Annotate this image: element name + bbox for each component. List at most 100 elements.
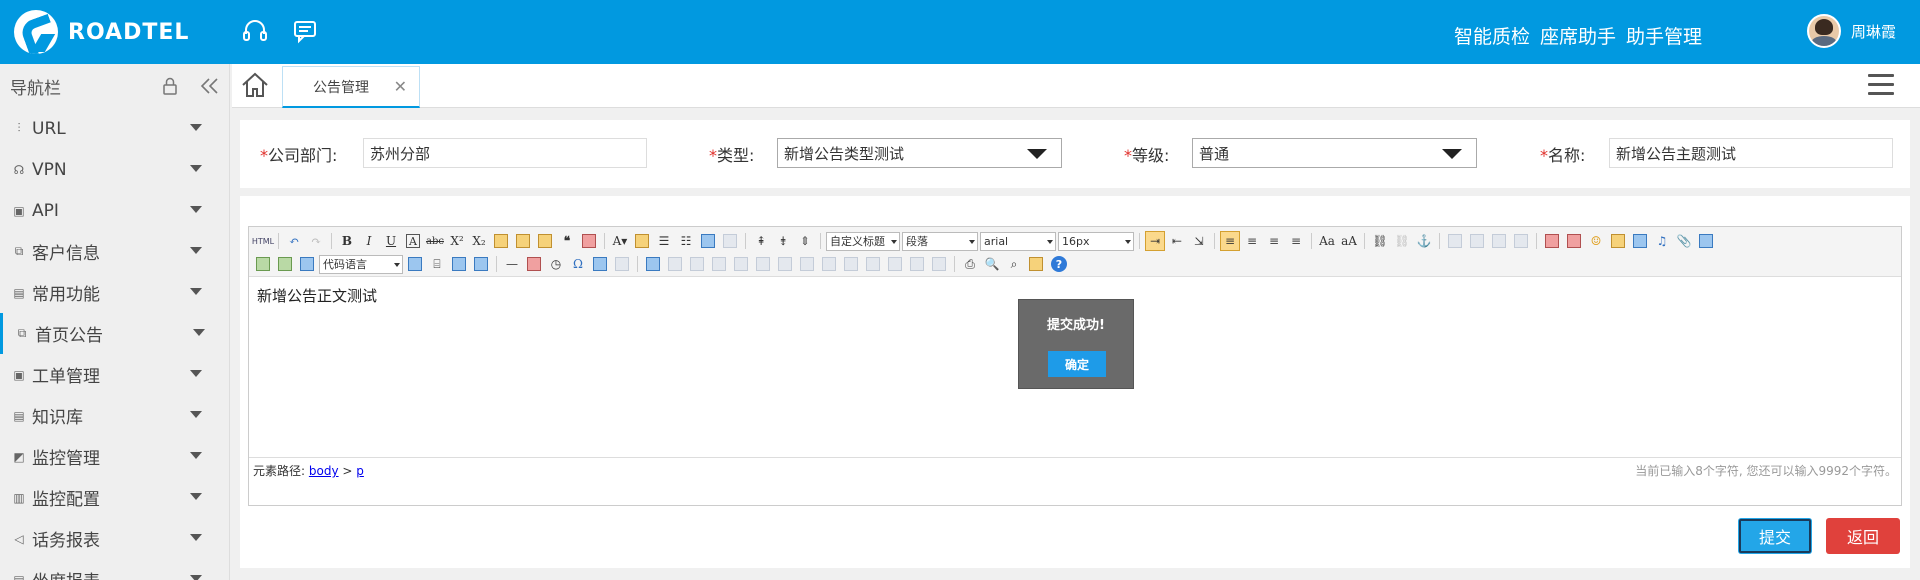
merge-down-icon[interactable] <box>841 254 861 274</box>
wordimage-icon[interactable] <box>590 254 610 274</box>
paste-plain-icon[interactable] <box>579 231 599 251</box>
insert-code-icon[interactable] <box>275 254 295 274</box>
close-icon[interactable]: ✕ <box>394 77 407 96</box>
strikethrough-icon[interactable]: abc <box>425 231 445 251</box>
bold-icon[interactable]: B <box>337 231 357 251</box>
sidebar-item-workorder[interactable]: ▣ 工单管理 <box>0 354 229 395</box>
collapse-icon[interactable] <box>200 77 220 95</box>
direction-rtl-icon[interactable]: ⇤ <box>1167 231 1187 251</box>
indent-icon[interactable]: ⇲ <box>1189 231 1209 251</box>
italic-icon[interactable]: I <box>359 231 379 251</box>
unlink-icon[interactable]: ⛓ <box>1392 231 1412 251</box>
sidebar-item-agent-report[interactable]: ▤ 坐席报表 <box>0 559 229 580</box>
emotion-icon[interactable]: ☺ <box>1586 231 1606 251</box>
hamburger-menu-icon[interactable] <box>1868 74 1894 96</box>
row-spacing-top-icon[interactable]: ⇞ <box>751 231 771 251</box>
scrawl-icon[interactable] <box>1608 231 1628 251</box>
select-all-icon[interactable] <box>698 231 718 251</box>
direction-ltr-icon[interactable]: ⇥ <box>1145 231 1165 251</box>
nav-agent-assistant[interactable]: 座席助手 <box>1540 22 1616 49</box>
blockquote-icon[interactable]: ❝ <box>557 231 577 251</box>
delete-table-icon[interactable] <box>665 254 685 274</box>
pagebreak-icon[interactable] <box>612 254 632 274</box>
template-icon[interactable]: ⌸ <box>427 254 447 274</box>
sidebar-item-vpn[interactable]: ☊ VPN <box>0 149 229 190</box>
back-button[interactable]: 返回 <box>1826 518 1900 554</box>
print-icon[interactable]: ⎙ <box>960 254 980 274</box>
image-center-icon[interactable] <box>1511 231 1531 251</box>
chat-icon[interactable] <box>290 16 320 46</box>
user-menu[interactable]: 周琳霞 <box>1806 14 1896 48</box>
insert-frame-icon[interactable] <box>253 254 273 274</box>
nav-assistant-manage[interactable]: 助手管理 <box>1626 22 1702 49</box>
underline-icon[interactable]: U <box>381 231 401 251</box>
sidebar-item-customer[interactable]: ⧉ 客户信息 <box>0 231 229 272</box>
sidebar-item-call-report[interactable]: ◁ 话务报表 <box>0 518 229 559</box>
unordered-list-icon[interactable]: ☷ <box>676 231 696 251</box>
sidebar-item-url[interactable]: ⫶ URL <box>0 108 229 149</box>
line-height-icon[interactable]: ⇕ <box>795 231 815 251</box>
time-icon[interactable]: ◷ <box>546 254 566 274</box>
name-input[interactable]: 新增公告主题测试 <box>1609 138 1893 168</box>
preview-icon[interactable]: 🔍 <box>982 254 1002 274</box>
image-left-icon[interactable] <box>1467 231 1487 251</box>
background-color-icon[interactable] <box>632 231 652 251</box>
insert-image-icon[interactable] <box>1564 231 1584 251</box>
sidebar-item-notice[interactable]: ⧉ 首页公告 <box>0 313 229 354</box>
code-language-select[interactable]: 代码语言 <box>319 254 403 274</box>
insert-paragraph-icon[interactable] <box>687 254 707 274</box>
level-select[interactable]: 普通 <box>1192 138 1477 168</box>
align-center-icon[interactable]: ≡ <box>1242 231 1262 251</box>
music-icon[interactable]: ♫ <box>1652 231 1672 251</box>
path-p-link[interactable]: p <box>356 464 364 478</box>
sidebar-item-monitor-config[interactable]: ▥ 监控配置 <box>0 477 229 518</box>
special-char-icon[interactable]: Ω <box>568 254 588 274</box>
path-body-link[interactable]: body <box>309 464 339 478</box>
avatar[interactable] <box>1806 14 1841 48</box>
simple-upload-icon[interactable] <box>1542 231 1562 251</box>
html-source-icon[interactable]: HTML <box>252 231 274 251</box>
font-border-icon[interactable]: A <box>406 234 420 248</box>
subscript-icon[interactable]: X₂ <box>469 231 489 251</box>
delete-col-icon[interactable] <box>775 254 795 274</box>
home-icon[interactable] <box>240 70 270 100</box>
sidebar-item-common[interactable]: ▤ 常用功能 <box>0 272 229 313</box>
user-name[interactable]: 周琳霞 <box>1851 21 1896 42</box>
row-spacing-bottom-icon[interactable]: ⇟ <box>773 231 793 251</box>
ordered-list-icon[interactable]: ☰ <box>654 231 674 251</box>
lowercase-icon[interactable]: aA <box>1339 231 1359 251</box>
anchor-icon[interactable]: ⚓ <box>1414 231 1434 251</box>
submit-button[interactable]: 提交 <box>1738 518 1812 554</box>
auto-format-icon[interactable] <box>535 231 555 251</box>
split-cols-icon[interactable] <box>907 254 927 274</box>
background-icon[interactable] <box>449 254 469 274</box>
date-icon[interactable] <box>524 254 544 274</box>
dialog-ok-button[interactable]: 确定 <box>1048 351 1106 377</box>
paste-icon[interactable] <box>1026 254 1046 274</box>
chart-icon[interactable] <box>929 254 949 274</box>
help-icon[interactable]: ? <box>1051 256 1067 272</box>
headset-icon[interactable] <box>240 16 270 46</box>
eraser-icon[interactable] <box>491 231 511 251</box>
superscript-icon[interactable]: X² <box>447 231 467 251</box>
horizontal-rule-icon[interactable]: — <box>502 254 522 274</box>
lock-icon[interactable] <box>162 77 178 95</box>
merge-cells-icon[interactable] <box>797 254 817 274</box>
link-icon[interactable]: ⛓ <box>1370 231 1390 251</box>
font-size-select[interactable]: 16px <box>1058 231 1134 251</box>
insert-col-icon[interactable] <box>753 254 773 274</box>
page-break-icon[interactable] <box>405 254 425 274</box>
undo-icon[interactable]: ↶ <box>284 231 304 251</box>
nav-smart-qc[interactable]: 智能质检 <box>1454 22 1530 49</box>
dept-input[interactable]: 苏州分部 <box>363 138 647 168</box>
uppercase-icon[interactable]: Aa <box>1317 231 1337 251</box>
insert-row-icon[interactable] <box>709 254 729 274</box>
align-right-icon[interactable]: ≡ <box>1264 231 1284 251</box>
align-left-icon[interactable]: ≡ <box>1220 231 1240 251</box>
font-color-icon[interactable]: A▾ <box>610 231 630 251</box>
insert-video-icon[interactable] <box>1630 231 1650 251</box>
image-none-icon[interactable] <box>1445 231 1465 251</box>
sidebar-item-monitor[interactable]: ◩ 监控管理 <box>0 436 229 477</box>
map-icon[interactable] <box>1696 231 1716 251</box>
draft-icon[interactable] <box>471 254 491 274</box>
